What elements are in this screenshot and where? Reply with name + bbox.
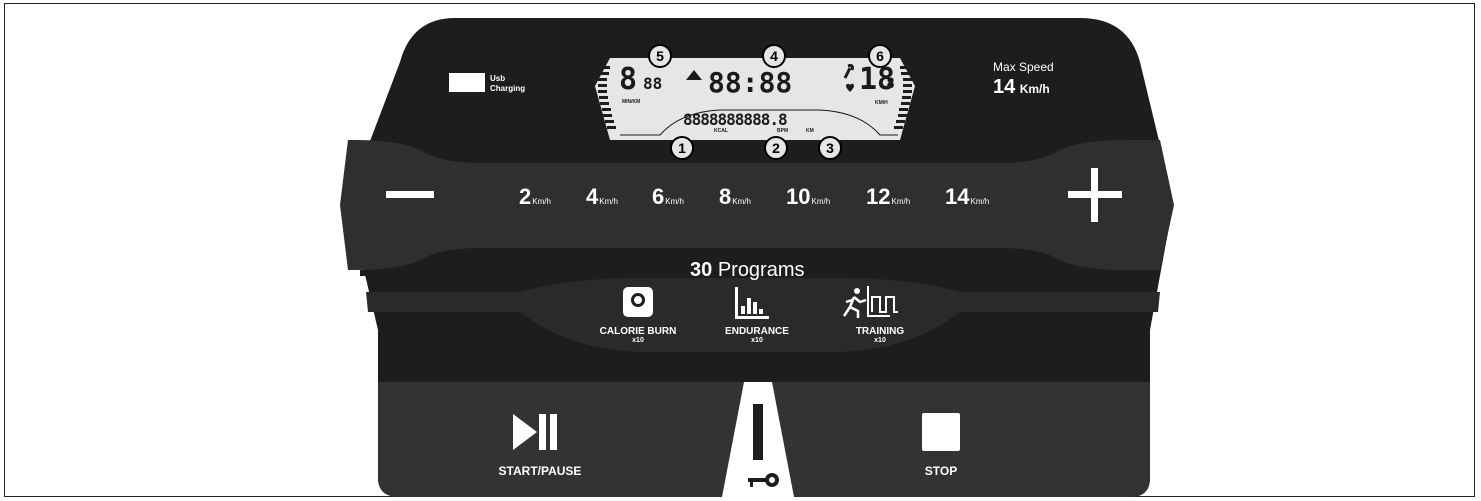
program-sub: x10 — [632, 337, 644, 344]
safety-key-slot-button[interactable] — [722, 382, 794, 497]
usb-label-line2: Charging — [490, 84, 526, 93]
speed-preset-2[interactable]: 2Km/h — [519, 184, 551, 210]
usb-port — [449, 73, 485, 92]
lcd-marker-5: 5 — [648, 44, 672, 68]
max-speed-unit: Km/h — [1019, 82, 1050, 96]
stop-button[interactable]: STOP — [900, 400, 982, 485]
program-label: CALORIE BURN — [599, 326, 677, 337]
speed-preset-unit: Km/h — [970, 197, 990, 206]
speed-preset-6[interactable]: 6Km/h — [652, 184, 684, 210]
start-pause-button[interactable]: START/PAUSE — [480, 400, 600, 485]
speed-preset-unit: Km/h — [891, 197, 911, 206]
programs-title: 30 Programs — [690, 259, 805, 282]
start-pause-label: START/PAUSE — [498, 464, 582, 478]
max-speed-value: 14 — [993, 76, 1016, 98]
lcd-label-bpm: BPM — [777, 128, 789, 134]
program-sub: x10 — [751, 337, 763, 344]
speed-preset-value: 14 — [945, 184, 970, 209]
lcd-marker-3: 3 — [818, 136, 842, 160]
speed-preset-value: 8 — [719, 184, 732, 209]
speed-preset-value: 12 — [866, 184, 891, 209]
speed-preset-12[interactable]: 12Km/h — [866, 184, 910, 210]
lcd-pace-unit: MIN/KM — [622, 99, 641, 105]
lcd-label-km: KM — [806, 128, 814, 134]
usb-label-line1: Usb — [490, 74, 506, 83]
lcd-bottom-digits: 8888888888.8 — [683, 110, 788, 129]
speed-preset-unit: Km/h — [732, 197, 751, 206]
program-endurance-button[interactable]: ENDURANCE x10 — [707, 326, 807, 344]
programs-count: 30 — [690, 259, 713, 281]
speed-preset-value: 4 — [586, 184, 599, 209]
program-label: TRAINING — [855, 326, 905, 337]
program-label: ENDURANCE — [725, 326, 789, 337]
speed-preset-unit: Km/h — [665, 197, 684, 206]
speed-down-button[interactable] — [380, 176, 440, 216]
max-speed-title: Max Speed — [993, 60, 1054, 74]
speed-up-button[interactable] — [1062, 164, 1128, 226]
max-speed-readout: 14 Km/h — [993, 76, 1050, 99]
program-sub: x10 — [874, 337, 886, 344]
lcd-pace-small: 88 — [643, 74, 663, 93]
speed-preset-14[interactable]: 14Km/h — [945, 184, 989, 210]
speed-preset-value: 6 — [652, 184, 665, 209]
speed-preset-unit: Km/h — [599, 197, 618, 206]
lcd-label-kcal: KCAL — [714, 128, 728, 134]
lcd-speed-small: .8 — [878, 76, 895, 92]
weight-scale-icon — [623, 287, 653, 317]
speed-preset-10[interactable]: 10Km/h — [786, 184, 830, 210]
stop-label: STOP — [924, 464, 958, 478]
speed-preset-4[interactable]: 4Km/h — [586, 184, 618, 210]
lcd-marker-4: 4 — [762, 44, 786, 68]
programs-label: Programs — [717, 259, 805, 281]
lcd-pace-digit: 8 — [619, 62, 638, 97]
program-training-button[interactable]: TRAINING x10 — [830, 326, 930, 344]
lcd-time-digits: 88:88 — [708, 66, 793, 99]
lcd-marker-1: 1 — [670, 136, 694, 160]
speed-preset-unit: Km/h — [532, 197, 551, 206]
lcd-marker-2: 2 — [764, 136, 788, 160]
speed-preset-value: 2 — [519, 184, 532, 209]
usb-label: Usb Charging — [490, 74, 525, 94]
program-calorie-burn-button[interactable]: CALORIE BURN x10 — [588, 326, 688, 344]
speed-preset-8[interactable]: 8Km/h — [719, 184, 751, 210]
lcd-speed-unit: KM/H — [875, 100, 888, 106]
speed-preset-unit: Km/h — [811, 197, 831, 206]
speed-preset-value: 10 — [786, 184, 811, 209]
